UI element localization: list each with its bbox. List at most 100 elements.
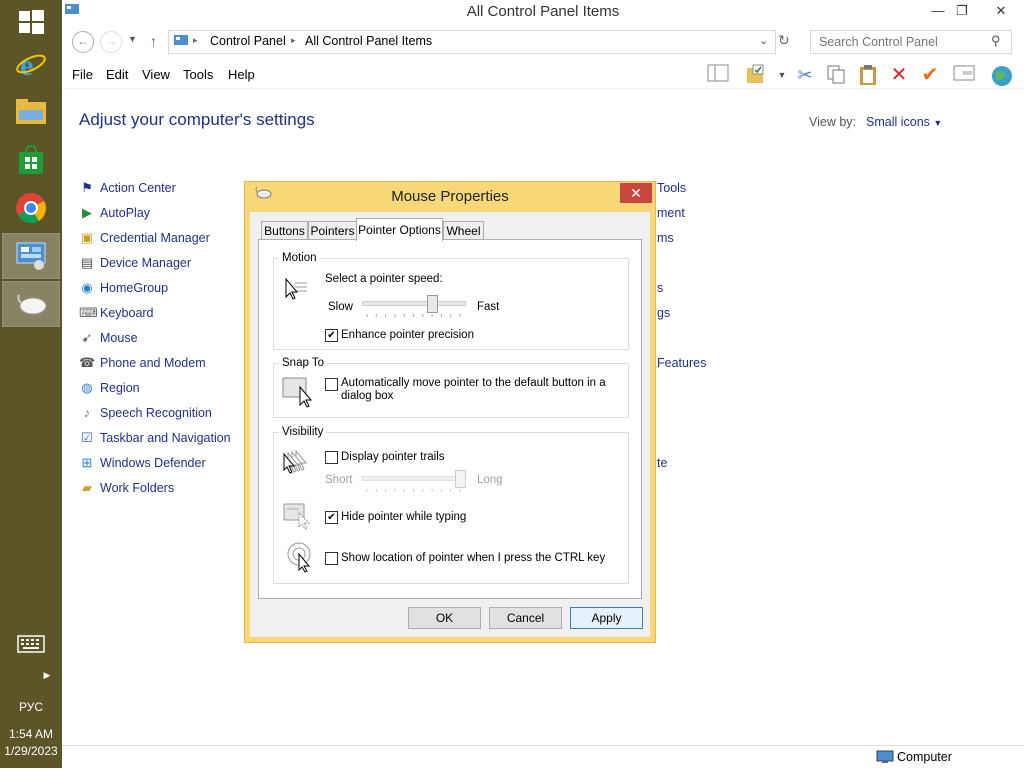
clock-date[interactable]: 1/29/2023 [0, 744, 62, 758]
refresh-button[interactable]: ↻ [778, 32, 790, 49]
tab-wheel[interactable]: Wheel [443, 221, 484, 240]
cp-item-label[interactable]: AutoPlay [100, 206, 150, 220]
chevron-right-icon[interactable]: ▶ [40, 670, 54, 681]
menu-edit[interactable]: Edit [106, 67, 128, 82]
window-icon[interactable] [952, 64, 976, 86]
delete-icon[interactable]: ✕ [887, 64, 911, 86]
close-button[interactable]: ✕ [984, 0, 1018, 22]
cp-item-partial[interactable]: Features [657, 353, 706, 373]
search-icon[interactable]: ⚲ [991, 33, 1001, 49]
keyboard-icon[interactable] [3, 622, 59, 666]
cp-item-label[interactable]: Windows Defender [100, 456, 206, 470]
cp-item-label[interactable]: Action Center [100, 181, 176, 195]
cp-item[interactable]: ⊞ Windows Defender [79, 453, 206, 473]
view-by-value[interactable]: Small icons [866, 115, 930, 129]
search-input[interactable] [817, 33, 991, 51]
snap-to-checkbox[interactable] [325, 378, 338, 391]
cp-item[interactable]: ▰ Work Folders [79, 478, 174, 498]
menu-view[interactable]: View [142, 67, 170, 82]
hide-pointer-checkbox[interactable]: ✔ [325, 511, 338, 524]
start-icon[interactable] [3, 0, 59, 44]
tab-pointers[interactable]: Pointers [308, 221, 357, 240]
cp-item[interactable]: ⚑ Action Center [79, 178, 176, 198]
breadcrumb-separator-icon: ▸ [193, 35, 198, 45]
cp-item-label[interactable]: Keyboard [100, 306, 154, 320]
restore-button[interactable]: ❐ [946, 0, 978, 22]
apply-button[interactable]: Apply [570, 607, 643, 629]
cp-item-label[interactable]: Mouse [100, 331, 138, 345]
properties-icon[interactable] [744, 64, 768, 86]
pointer-speed-thumb[interactable] [427, 295, 439, 313]
pointer-trails-checkbox[interactable] [325, 451, 338, 464]
paste-icon[interactable] [856, 64, 880, 86]
cp-item-label[interactable]: Work Folders [100, 481, 174, 495]
cut-icon[interactable]: ✂ [793, 64, 817, 86]
chrome-icon[interactable] [3, 186, 59, 230]
cp-item-partial[interactable]: gs [657, 303, 670, 323]
pointer-speed-slider[interactable] [362, 301, 466, 306]
tab-buttons[interactable]: Buttons [261, 221, 308, 240]
trails-length-slider[interactable] [362, 476, 466, 481]
cp-item-partial[interactable]: te [657, 453, 667, 473]
cp-item-partial[interactable]: Tools [657, 178, 686, 198]
trails-length-thumb[interactable] [455, 470, 466, 488]
dropdown-icon[interactable]: ▼ [770, 64, 794, 86]
menu-file[interactable]: File [72, 67, 93, 82]
cp-item-label[interactable]: HomeGroup [100, 281, 168, 295]
cp-item-partial[interactable]: ms [657, 228, 674, 248]
enhance-precision-label[interactable]: Enhance pointer precision [341, 329, 474, 341]
layout-pane-icon[interactable] [706, 64, 730, 86]
breadcrumb-control-panel[interactable]: Control Panel [210, 34, 286, 48]
tab-pointer-options[interactable]: Pointer Options [356, 218, 443, 241]
recent-locations-button[interactable]: ▼ [128, 34, 137, 44]
cp-item[interactable]: ➹ Mouse [79, 328, 138, 348]
pointer-trails-label[interactable]: Display pointer trails [341, 451, 445, 463]
cp-item-label[interactable]: Speech Recognition [100, 406, 212, 420]
control-panel-icon[interactable] [2, 233, 60, 279]
checkmark-icon[interactable]: ✔ [918, 64, 942, 86]
hide-pointer-label[interactable]: Hide pointer while typing [341, 511, 466, 523]
cp-item[interactable]: ▤ Device Manager [79, 253, 191, 273]
clock-time[interactable]: 1:54 AM [0, 727, 62, 741]
menu-tools[interactable]: Tools [183, 67, 213, 82]
cp-item-label[interactable]: Credential Manager [100, 231, 210, 245]
copy-icon[interactable] [824, 64, 848, 86]
view-by-dropdown[interactable]: Small icons ▼ [866, 115, 942, 129]
language-indicator[interactable]: РУС [0, 700, 62, 714]
ie-icon[interactable]: e [3, 42, 59, 86]
cp-item[interactable]: ⌨ Keyboard [79, 303, 154, 323]
menu-help[interactable]: Help [228, 67, 255, 82]
cp-item-label[interactable]: Region [100, 381, 140, 395]
cp-item-label[interactable]: Phone and Modem [100, 356, 206, 370]
forward-button[interactable]: → [100, 31, 122, 53]
cp-item[interactable]: ◉ HomeGroup [79, 278, 168, 298]
address-dropdown-icon[interactable]: ⌄ [759, 34, 768, 47]
explorer-icon[interactable] [3, 90, 59, 134]
globe-icon[interactable] [990, 64, 1014, 86]
cp-item[interactable]: ☎ Phone and Modem [79, 353, 206, 373]
cp-item[interactable]: ▶ AutoPlay [79, 203, 150, 223]
back-button[interactable]: ← [72, 31, 94, 53]
ctrl-locate-label[interactable]: Show location of pointer when I press th… [341, 552, 605, 564]
snap-to-label-line1[interactable]: Automatically move pointer to the defaul… [341, 377, 606, 389]
mouse-icon[interactable] [2, 281, 60, 327]
cp-item[interactable]: ▣ Credential Manager [79, 228, 210, 248]
snap-to-label-line2[interactable]: dialog box [341, 390, 393, 402]
breadcrumb-all-items[interactable]: All Control Panel Items [305, 34, 432, 48]
enhance-precision-checkbox[interactable]: ✔ [325, 329, 338, 342]
ctrl-locate-checkbox[interactable] [325, 552, 338, 565]
up-button[interactable]: ↑ [150, 33, 157, 49]
ok-button[interactable]: OK [408, 607, 481, 629]
dialog-close-button[interactable]: ✕ [620, 183, 652, 203]
cp-item-partial[interactable]: ment [657, 203, 685, 223]
store-icon[interactable] [3, 138, 59, 182]
cp-item[interactable]: ♪ Speech Recognition [79, 403, 212, 423]
cp-item[interactable]: ◍ Region [79, 378, 140, 398]
cp-item[interactable]: ☑ Taskbar and Navigation [79, 428, 231, 448]
cancel-button[interactable]: Cancel [489, 607, 562, 629]
address-bar[interactable]: ▸ Control Panel ▸ All Control Panel Item… [168, 30, 776, 54]
cp-item-partial[interactable]: s [657, 278, 663, 298]
cp-item-label[interactable]: Device Manager [100, 256, 191, 270]
search-box[interactable]: ⚲ [810, 30, 1012, 54]
cp-item-label[interactable]: Taskbar and Navigation [100, 431, 231, 445]
